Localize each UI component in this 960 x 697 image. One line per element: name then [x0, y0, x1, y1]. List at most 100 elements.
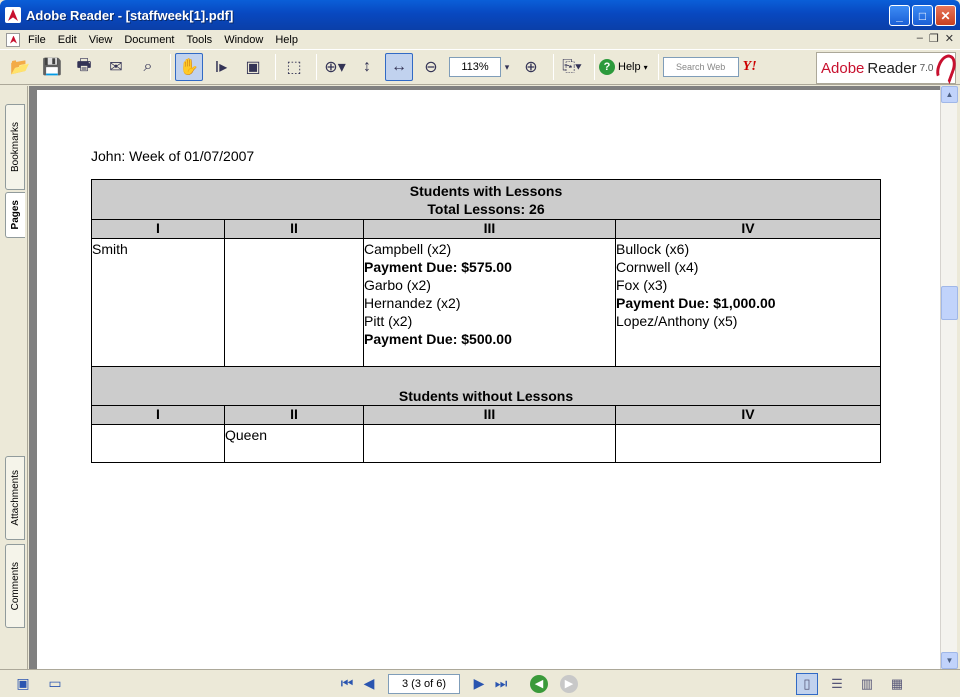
menu-file[interactable]: File: [28, 34, 46, 46]
continuous-facing-layout-icon[interactable]: ▦: [886, 673, 908, 695]
first-page-icon[interactable]: ⏮: [336, 673, 358, 695]
menu-tools[interactable]: Tools: [187, 34, 213, 46]
tab-pages-label: Pages: [10, 200, 21, 230]
no-lessons-cell-iv: [614, 424, 882, 463]
doc-restore-button[interactable]: ❐: [929, 32, 939, 45]
tab-attachments-label: Attachments: [9, 470, 21, 526]
student-name: Queen: [225, 427, 268, 443]
brand-adobe: Adobe: [821, 59, 865, 77]
title-bar: Adobe Reader - [staffweek[1].pdf] _ □ ✕: [0, 0, 960, 30]
zoom-level-input[interactable]: 113%: [449, 57, 501, 77]
next-page-icon[interactable]: ▶: [468, 673, 490, 695]
scrollbar-thumb[interactable]: [941, 286, 958, 320]
student-entry: Garbo (x2): [364, 277, 431, 293]
help-icon: ?: [599, 59, 615, 75]
brand-reader: Reader: [867, 59, 917, 77]
adobe-reader-app-icon[interactable]: [5, 7, 21, 23]
lessons-table-title: Students with Lessons: [409, 183, 563, 199]
student-entry: Bullock (x6): [616, 241, 690, 257]
zoom-in-icon[interactable]: ⊕▾: [321, 53, 349, 81]
print-icon[interactable]: 🖶: [70, 53, 98, 81]
minimize-button[interactable]: _: [889, 5, 910, 26]
tab-pages[interactable]: Pages: [5, 192, 25, 238]
continuous-layout-icon[interactable]: ☰: [826, 673, 848, 695]
snapshot-icon[interactable]: ▣: [239, 53, 267, 81]
page-title: John: Week of 01/07/2007: [91, 148, 255, 164]
lessons-cell-ii: [224, 238, 364, 367]
menu-edit[interactable]: Edit: [58, 34, 77, 46]
hand-tool-icon[interactable]: ✋: [175, 53, 203, 81]
single-page-layout-icon[interactable]: ▯: [796, 672, 818, 695]
document-status-icon[interactable]: ▭: [44, 673, 66, 695]
menu-view[interactable]: View: [89, 34, 113, 46]
previous-view-icon[interactable]: ◀: [530, 674, 548, 693]
tab-bookmarks-label: Bookmarks: [9, 121, 21, 172]
column-header-iv: IV: [614, 219, 882, 239]
column-header-ii: II: [224, 219, 364, 239]
toolbar-separator: [594, 54, 595, 80]
menu-help[interactable]: Help: [275, 34, 298, 46]
search-web-input[interactable]: Search Web: [662, 57, 739, 77]
select-text-icon[interactable]: I▸: [207, 53, 235, 81]
document-viewport[interactable]: John: Week of 01/07/2007 Students with L…: [29, 86, 940, 669]
payment-due: Payment Due: $1,000.00: [616, 295, 776, 311]
doc-minimize-button[interactable]: –: [917, 32, 923, 45]
window-controls: _ □ ✕: [889, 5, 956, 26]
fit-page-icon[interactable]: ↕: [353, 53, 381, 81]
no-lessons-table-title: Students without Lessons: [398, 388, 574, 404]
help-button[interactable]: ? Help ▾: [599, 59, 648, 75]
document-menu-icon[interactable]: [6, 32, 20, 47]
save-icon[interactable]: 💾: [38, 53, 66, 81]
scroll-up-button[interactable]: ▲: [941, 86, 958, 103]
column-header-i: I: [91, 219, 225, 239]
tab-bookmarks[interactable]: Bookmarks: [5, 104, 25, 190]
student-entry: Pitt (x2): [364, 313, 413, 329]
menu-document[interactable]: Document: [124, 34, 174, 46]
email-icon[interactable]: ✉: [102, 53, 130, 81]
next-view-icon: ▶: [560, 674, 578, 693]
menu-window[interactable]: Window: [224, 34, 263, 46]
rotate-icon[interactable]: ⎘▾: [558, 53, 586, 81]
column-header-iii: III: [363, 405, 616, 425]
student-entry: Campbell (x2): [364, 241, 452, 257]
lessons-table-header: Students with Lessons Total Lessons: 26: [90, 179, 882, 220]
status-bar: ▣ ▭ ⏮ ◀ 3 (3 of 6) ▶ ⏭ ◀ ▶ ▯ ☰ ▥ ▦: [0, 669, 960, 697]
help-label: Help: [618, 61, 641, 73]
previous-page-icon[interactable]: ◀: [358, 673, 380, 695]
yahoo-icon[interactable]: Y!: [743, 59, 757, 75]
toolbar-separator: [170, 54, 171, 80]
close-button[interactable]: ✕: [935, 5, 956, 26]
doc-close-button[interactable]: ✕: [945, 32, 954, 45]
scroll-down-button[interactable]: ▼: [941, 652, 958, 669]
zoom-dropdown-chevron-icon[interactable]: ▾: [501, 53, 513, 81]
no-lessons-cell-iii: [363, 424, 616, 463]
column-header-ii: II: [224, 405, 364, 425]
page-number-input[interactable]: 3 (3 of 6): [388, 673, 460, 694]
student-entry: Hernandez (x2): [364, 295, 461, 311]
window-title: Adobe Reader - [staffweek[1].pdf]: [26, 7, 234, 23]
no-lessons-table-header: Students without Lessons: [90, 366, 882, 406]
no-lessons-cell-i: [91, 424, 225, 463]
lessons-table: Students with Lessons Total Lessons: 26 …: [90, 179, 882, 463]
tab-comments-label: Comments: [9, 561, 21, 611]
facing-layout-icon[interactable]: ▥: [856, 673, 878, 695]
fit-width-icon[interactable]: ↔: [385, 53, 413, 81]
search-icon[interactable]: ⌕: [134, 53, 162, 81]
student-entry: Lopez/Anthony (x5): [616, 313, 738, 329]
zoom-in-plus-icon[interactable]: ⊕: [517, 53, 545, 81]
last-page-icon[interactable]: ⏭: [490, 673, 512, 695]
tab-comments[interactable]: Comments: [5, 544, 25, 628]
open-icon[interactable]: 📂: [6, 53, 34, 81]
open-panel-icon[interactable]: ▣: [12, 673, 34, 695]
payment-due: Payment Due: $500.00: [364, 331, 512, 347]
maximize-button[interactable]: □: [912, 5, 933, 26]
vertical-scrollbar[interactable]: ▲ ▼: [940, 86, 958, 669]
lessons-cell-iii: Campbell (x2) Payment Due: $575.00 Garbo…: [363, 238, 616, 367]
pdf-page: John: Week of 01/07/2007 Students with L…: [37, 90, 940, 669]
lessons-cell-i: Smith: [91, 238, 225, 367]
column-header-iii: III: [363, 219, 616, 239]
tab-attachments[interactable]: Attachments: [5, 456, 25, 540]
brand-version: 7.0: [919, 62, 934, 74]
zoom-out-minus-icon[interactable]: ⊖: [417, 53, 445, 81]
crop-icon[interactable]: ⬚: [280, 53, 308, 81]
